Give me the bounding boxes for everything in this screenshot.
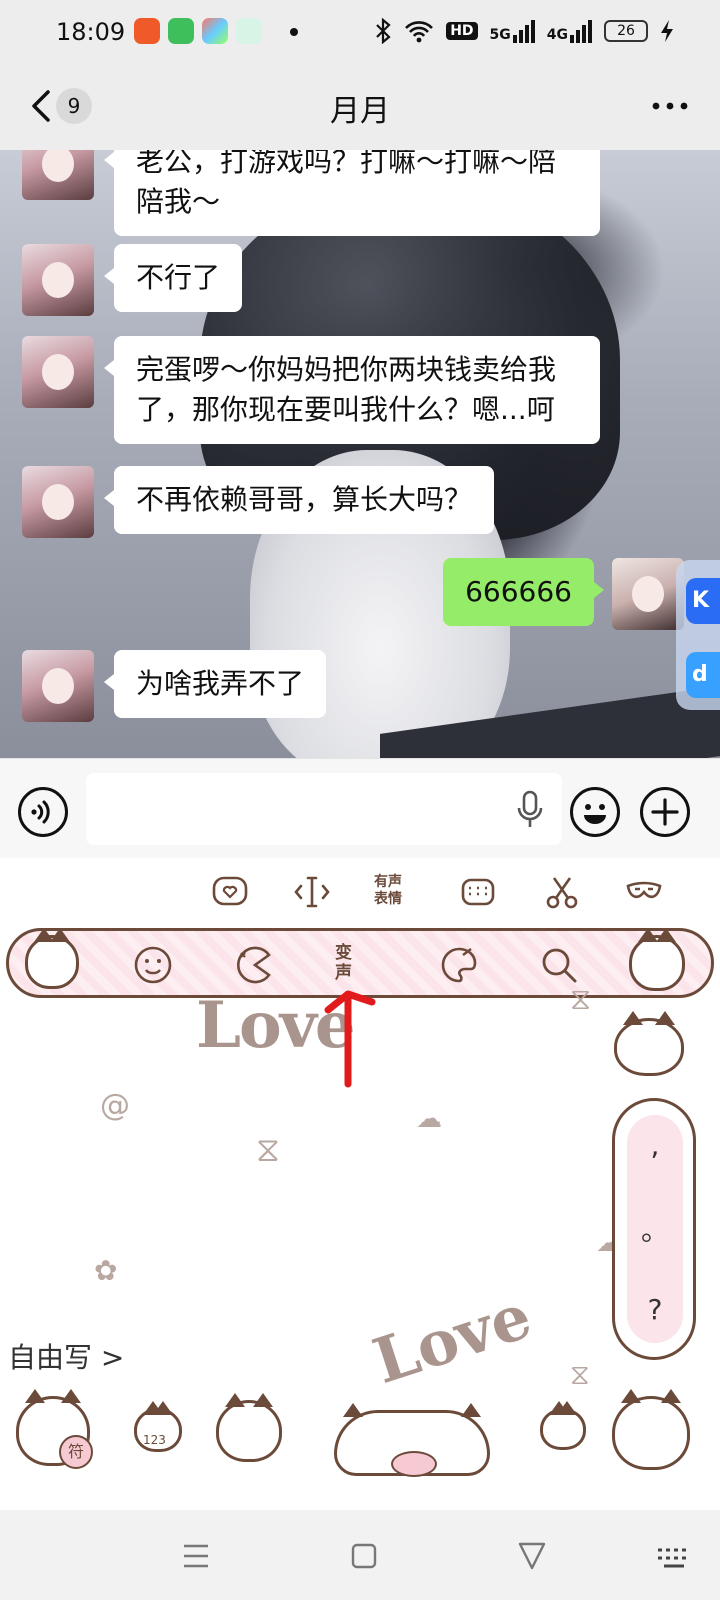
message-bubble[interactable]: 为啥我弄不了 bbox=[103, 650, 327, 718]
scissors-icon[interactable] bbox=[542, 872, 582, 912]
more-notifications-dot bbox=[290, 28, 298, 36]
fishbone-decoration-icon: ⧖ bbox=[256, 1130, 280, 1170]
signal-5g-label: 5G bbox=[489, 26, 511, 43]
mask-icon[interactable] bbox=[624, 872, 664, 912]
heart-bubble-icon[interactable] bbox=[210, 872, 250, 912]
status-time: 18:09 bbox=[56, 18, 126, 46]
message-row: 不再依赖哥哥，算长大吗？ bbox=[22, 466, 495, 538]
symbols-key-label: 符 bbox=[59, 1435, 93, 1469]
swirl-decoration-icon: @ bbox=[100, 1088, 130, 1123]
numbers-key[interactable]: 123 bbox=[134, 1401, 182, 1452]
contact-avatar[interactable] bbox=[22, 244, 94, 316]
battery-indicator: 26 bbox=[604, 20, 648, 42]
voice-wave-icon bbox=[31, 800, 50, 824]
keyboard-toggle-icon[interactable] bbox=[654, 1536, 694, 1576]
back-triangle-icon[interactable] bbox=[512, 1536, 552, 1576]
paw-decoration-icon: ✿ bbox=[94, 1254, 118, 1287]
message-bubble[interactable]: 不再依赖哥哥，算长大吗？ bbox=[103, 466, 495, 534]
bow-icon bbox=[391, 1451, 437, 1477]
keyboard-bottom-row: 符 123 bbox=[0, 1388, 720, 1498]
signal-4g-label: 4G bbox=[546, 26, 568, 43]
contact-avatar[interactable] bbox=[22, 336, 94, 408]
system-nav-bar bbox=[0, 1510, 720, 1600]
cloud-decoration-icon: ☁ bbox=[416, 1104, 442, 1134]
message-text-input[interactable] bbox=[86, 773, 562, 845]
numbers-key-label: 123 bbox=[143, 1433, 166, 1447]
status-indicators: HD 5G 4G 26 bbox=[374, 16, 674, 46]
message-row: 完蛋啰～你妈妈把你两块钱卖给我了，那你现在要叫我什么？嗯...呵 bbox=[22, 336, 600, 444]
space-key[interactable] bbox=[334, 1403, 490, 1477]
punctuation-panel: , 。 ? bbox=[612, 1098, 696, 1360]
red-arrow-icon bbox=[324, 990, 376, 1088]
chat-messages-area[interactable]: 老公，打游戏吗？打嘛～打嘛～陪陪我～ 不行了 完蛋啰～你妈妈把你两块钱卖给我了，… bbox=[0, 150, 720, 758]
microphone-icon[interactable] bbox=[516, 789, 544, 829]
message-row: 不行了 bbox=[22, 244, 243, 316]
emoji-face-icon[interactable] bbox=[133, 945, 173, 985]
cursor-move-icon[interactable] bbox=[292, 872, 332, 912]
charging-icon bbox=[661, 20, 673, 42]
home-icon[interactable] bbox=[344, 1536, 384, 1576]
message-bubble[interactable]: 不行了 bbox=[103, 244, 243, 312]
free-write-button[interactable]: 自由写 > bbox=[8, 1336, 124, 1376]
app-notification-icon bbox=[134, 18, 160, 44]
kitty-key[interactable] bbox=[216, 1393, 282, 1462]
signal-5g-icon: 5G bbox=[489, 19, 535, 43]
menu-icon[interactable] bbox=[176, 1536, 216, 1576]
cute-keyboard: 有声 表情 变声 Love @ ⧖ ☁ ⧖ ✿ ⧖ ☁ , 。 ? 自由写 > L… bbox=[0, 858, 720, 1510]
chat-header: 9 月月 bbox=[0, 64, 720, 150]
wifi-icon bbox=[405, 21, 434, 43]
fishbone-decoration-icon: ⧖ bbox=[570, 1358, 590, 1391]
love-decoration-text: Love bbox=[364, 1278, 540, 1399]
voice-changer-button[interactable]: 变声 bbox=[335, 943, 352, 983]
app-notification-icon bbox=[168, 18, 194, 44]
contact-avatar[interactable] bbox=[22, 150, 94, 200]
fishbone-decoration-icon: ⧖ bbox=[570, 982, 592, 1017]
contact-avatar[interactable] bbox=[22, 466, 94, 538]
punctuation-key[interactable]: ? bbox=[627, 1293, 683, 1326]
symbols-key[interactable]: 符 bbox=[16, 1389, 93, 1469]
bluetooth-icon bbox=[376, 18, 391, 44]
floating-app-shortcuts: K d bbox=[676, 560, 720, 710]
kitty-key[interactable] bbox=[540, 1401, 586, 1450]
keyboard-toolbar: 有声 表情 bbox=[0, 864, 720, 934]
message-row: 老公，打游戏吗？打嘛～打嘛～陪陪我～ bbox=[22, 150, 600, 236]
voice-sticker-tool[interactable]: 有声 表情 bbox=[374, 874, 402, 908]
kitty-sticker bbox=[614, 1011, 684, 1076]
keyboard-layout-icon[interactable] bbox=[458, 872, 498, 912]
message-row-self: 666666 bbox=[443, 558, 684, 630]
message-bubble[interactable]: 完蛋啰～你妈妈把你两块钱卖给我了，那你现在要叫我什么？嗯...呵 bbox=[104, 336, 600, 444]
message-row: 为啥我弄不了 bbox=[22, 650, 327, 722]
more-options-icon[interactable] bbox=[650, 94, 690, 118]
enter-key[interactable] bbox=[612, 1389, 690, 1470]
message-bubble-self[interactable]: 666666 bbox=[443, 558, 604, 626]
paint-palette-icon[interactable] bbox=[439, 945, 479, 985]
search-icon[interactable] bbox=[539, 945, 579, 985]
punctuation-list: , 。 ? bbox=[627, 1115, 683, 1343]
kitty-mascot-icon bbox=[25, 928, 79, 989]
app-notification-icon bbox=[202, 18, 228, 44]
message-bubble[interactable]: 老公，打游戏吗？打嘛～打嘛～陪陪我～ bbox=[104, 150, 600, 236]
more-features-button[interactable] bbox=[640, 787, 690, 837]
kitty-mascot-icon[interactable] bbox=[629, 928, 685, 991]
punctuation-key[interactable]: , bbox=[627, 1129, 683, 1162]
contact-avatar[interactable] bbox=[22, 650, 94, 722]
floating-app-k-icon[interactable]: K bbox=[686, 578, 720, 624]
floating-app-d-icon[interactable]: d bbox=[686, 652, 720, 698]
status-bar: 18:09 HD 5G 4G 26 bbox=[0, 0, 720, 64]
punctuation-key[interactable]: 。 bbox=[627, 1209, 683, 1249]
voice-input-button[interactable] bbox=[18, 787, 68, 837]
self-avatar[interactable] bbox=[612, 558, 684, 630]
plus-icon bbox=[651, 798, 679, 826]
chat-title: 月月 bbox=[330, 94, 390, 129]
pacman-game-icon[interactable] bbox=[235, 945, 275, 985]
message-input-bar bbox=[0, 758, 720, 858]
app-notification-icon bbox=[236, 18, 262, 44]
emoji-button[interactable] bbox=[570, 787, 620, 837]
signal-4g-icon: 4G bbox=[546, 19, 592, 43]
smiley-icon bbox=[584, 804, 606, 824]
hd-badge: HD bbox=[446, 22, 478, 40]
